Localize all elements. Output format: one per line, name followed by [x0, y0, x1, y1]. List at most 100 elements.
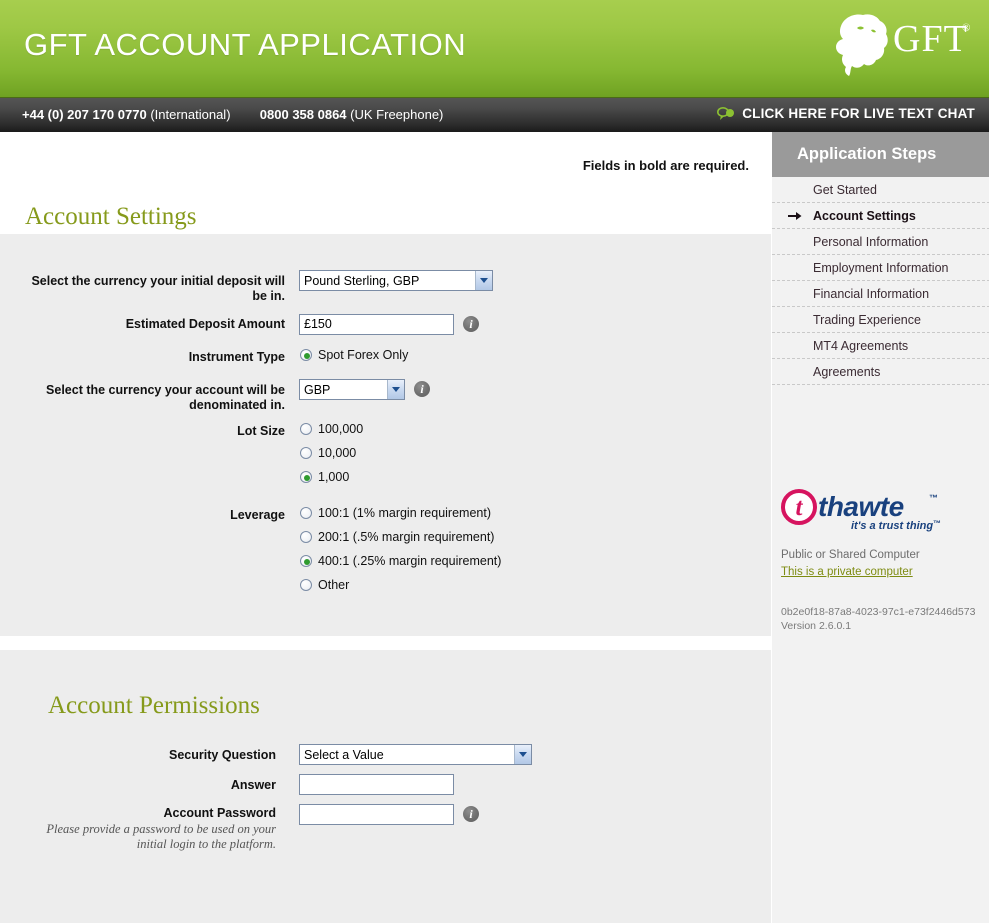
- gft-logo-text: GFT: [893, 18, 968, 60]
- chevron-down-icon: [514, 745, 531, 764]
- info-icon[interactable]: i: [463, 316, 479, 332]
- leverage-radio-1[interactable]: 200:1 (.5% margin requirement): [300, 530, 494, 544]
- phone-uk-number: 0800 358 0864: [259, 107, 347, 122]
- page-banner: GFT ACCOUNT APPLICATION GFT ®: [0, 0, 989, 97]
- leverage-radio-0[interactable]: 100:1 (1% margin requirement): [300, 506, 491, 520]
- sidebar-item-label: Get Started: [813, 183, 877, 197]
- thawte-trademark-1: ™: [929, 493, 938, 503]
- arrow-right-icon: [788, 211, 802, 220]
- phone-numbers: +44 (0) 207 170 0770 (International) 080…: [22, 107, 443, 122]
- sidebar-item-agreements[interactable]: Agreements: [772, 359, 989, 385]
- sidebar-item-employment-information[interactable]: Employment Information: [772, 255, 989, 281]
- denomination-currency-select[interactable]: GBP: [299, 379, 405, 400]
- radio-icon: [300, 555, 312, 567]
- lot-size-radio-2[interactable]: 1,000: [300, 470, 349, 484]
- chat-bubble-icon: [717, 107, 735, 120]
- answer-label: Answer: [230, 778, 276, 792]
- live-chat-link[interactable]: CLICK HERE FOR LIVE TEXT CHAT: [717, 106, 975, 121]
- session-id: 0b2e0f18-87a8-4023-97c1-e73f2446d573: [781, 606, 976, 618]
- account-password-label-block: Account Password Please provide a passwo…: [20, 806, 276, 852]
- sidebar-item-label: Trading Experience: [813, 313, 921, 327]
- public-computer-text: Public or Shared Computer: [781, 549, 920, 561]
- leverage-option-label: 100:1 (1% margin requirement): [318, 506, 491, 520]
- sidebar-heading: Application Steps: [772, 132, 989, 177]
- radio-icon: [300, 471, 312, 483]
- security-question-select[interactable]: Select a Value: [299, 744, 532, 765]
- sidebar-item-label: Employment Information: [813, 261, 949, 275]
- instrument-type-option-label: Spot Forex Only: [318, 348, 409, 362]
- sidebar-item-label: Personal Information: [813, 235, 929, 249]
- gft-logo: GFT ®: [831, 10, 971, 80]
- estimated-deposit-label: Estimated Deposit Amount: [125, 317, 285, 331]
- leverage-option-label: 400:1 (.25% margin requirement): [318, 554, 502, 568]
- sidebar-item-financial-information[interactable]: Financial Information: [772, 281, 989, 307]
- leverage-radio-2[interactable]: 400:1 (.25% margin requirement): [300, 554, 501, 568]
- initial-deposit-currency-label: Select the currency your initial deposit…: [31, 274, 285, 303]
- lot-size-radio-0[interactable]: 100,000: [300, 422, 363, 436]
- sidebar-item-mt4-agreements[interactable]: MT4 Agreements: [772, 333, 989, 359]
- private-computer-link[interactable]: This is a private computer: [781, 566, 913, 578]
- lot-size-option-label: 10,000: [318, 446, 357, 460]
- account-permissions-panel: Account Permissions Security Question Se…: [0, 650, 771, 923]
- account-password-label: Account Password: [163, 806, 276, 820]
- leverage-radio-3[interactable]: Other: [300, 578, 349, 592]
- instrument-type-label: Instrument Type: [188, 350, 285, 364]
- chevron-down-icon: [475, 271, 492, 290]
- lot-size-option-label: 100,000: [318, 422, 364, 436]
- sidebar-steps-list: Get Started Account Settings Personal In…: [772, 177, 989, 385]
- lion-head-icon: [836, 14, 888, 76]
- panel-divider: [0, 636, 771, 650]
- chevron-down-icon: [387, 380, 404, 399]
- contact-bar: +44 (0) 207 170 0770 (International) 080…: [0, 97, 989, 132]
- estimated-deposit-input[interactable]: £150: [299, 314, 454, 335]
- phone-international-label: (International): [150, 107, 231, 122]
- account-settings-heading: Account Settings: [25, 202, 197, 230]
- lot-size-label: Lot Size: [237, 424, 285, 438]
- sidebar-item-label: Account Settings: [813, 209, 916, 223]
- security-question-value: Select a Value: [304, 747, 384, 762]
- thawte-trademark-2: ™: [933, 519, 941, 528]
- account-password-hint: Please provide a password to be used on …: [46, 822, 276, 851]
- application-steps-sidebar: Application Steps Get Started Account Se…: [771, 132, 989, 923]
- sidebar-item-trading-experience[interactable]: Trading Experience: [772, 307, 989, 333]
- radio-icon: [300, 423, 312, 435]
- required-fields-note: Fields in bold are required.: [582, 158, 749, 173]
- sidebar-item-account-settings[interactable]: Account Settings: [772, 203, 989, 229]
- info-icon[interactable]: i: [463, 806, 479, 822]
- account-settings-panel: Select the currency your initial deposit…: [0, 234, 771, 636]
- sidebar-item-personal-information[interactable]: Personal Information: [772, 229, 989, 255]
- initial-deposit-currency-value: Pound Sterling, GBP: [304, 273, 420, 288]
- leverage-label: Leverage: [230, 508, 285, 522]
- account-password-input[interactable]: [299, 804, 454, 825]
- leverage-option-label: 200:1 (.5% margin requirement): [318, 530, 495, 544]
- version-label: Version 2.6.0.1: [781, 620, 852, 632]
- sidebar-item-label: Agreements: [813, 365, 881, 379]
- radio-icon: [300, 579, 312, 591]
- session-info: 0b2e0f18-87a8-4023-97c1-e73f2446d573 Ver…: [781, 605, 975, 633]
- answer-input[interactable]: [299, 774, 454, 795]
- lot-size-option-label: 1,000: [318, 470, 350, 484]
- info-icon[interactable]: i: [414, 381, 430, 397]
- sidebar-item-label: MT4 Agreements: [813, 339, 909, 353]
- radio-icon: [300, 507, 312, 519]
- radio-icon: [300, 349, 312, 361]
- lot-size-radio-1[interactable]: 10,000: [300, 446, 356, 460]
- phone-international-number: +44 (0) 207 170 0770: [22, 107, 147, 122]
- denomination-currency-value: GBP: [304, 382, 331, 397]
- security-question-label: Security Question: [169, 748, 276, 762]
- account-permissions-heading: Account Permissions: [48, 692, 260, 719]
- instrument-type-radio-spot-forex[interactable]: Spot Forex Only: [300, 348, 408, 362]
- sidebar-item-get-started[interactable]: Get Started: [772, 177, 989, 203]
- radio-icon: [300, 447, 312, 459]
- thawte-wordmark: thawte: [818, 491, 904, 522]
- live-chat-label: CLICK HERE FOR LIVE TEXT CHAT: [742, 106, 975, 121]
- denomination-currency-label: Select the currency your account will be…: [46, 383, 285, 412]
- sidebar-item-label: Financial Information: [813, 287, 930, 301]
- application-page: GFT ACCOUNT APPLICATION GFT ® +44 (0) 20…: [0, 0, 989, 923]
- initial-deposit-currency-select[interactable]: Pound Sterling, GBP: [299, 270, 493, 291]
- leverage-option-label: Other: [318, 578, 350, 592]
- thawte-tagline: it's a trust thing: [851, 520, 934, 532]
- thawte-mark-icon: t: [781, 489, 817, 525]
- main-content: Fields in bold are required. Account Set…: [0, 132, 771, 923]
- page-title: GFT ACCOUNT APPLICATION: [24, 27, 467, 62]
